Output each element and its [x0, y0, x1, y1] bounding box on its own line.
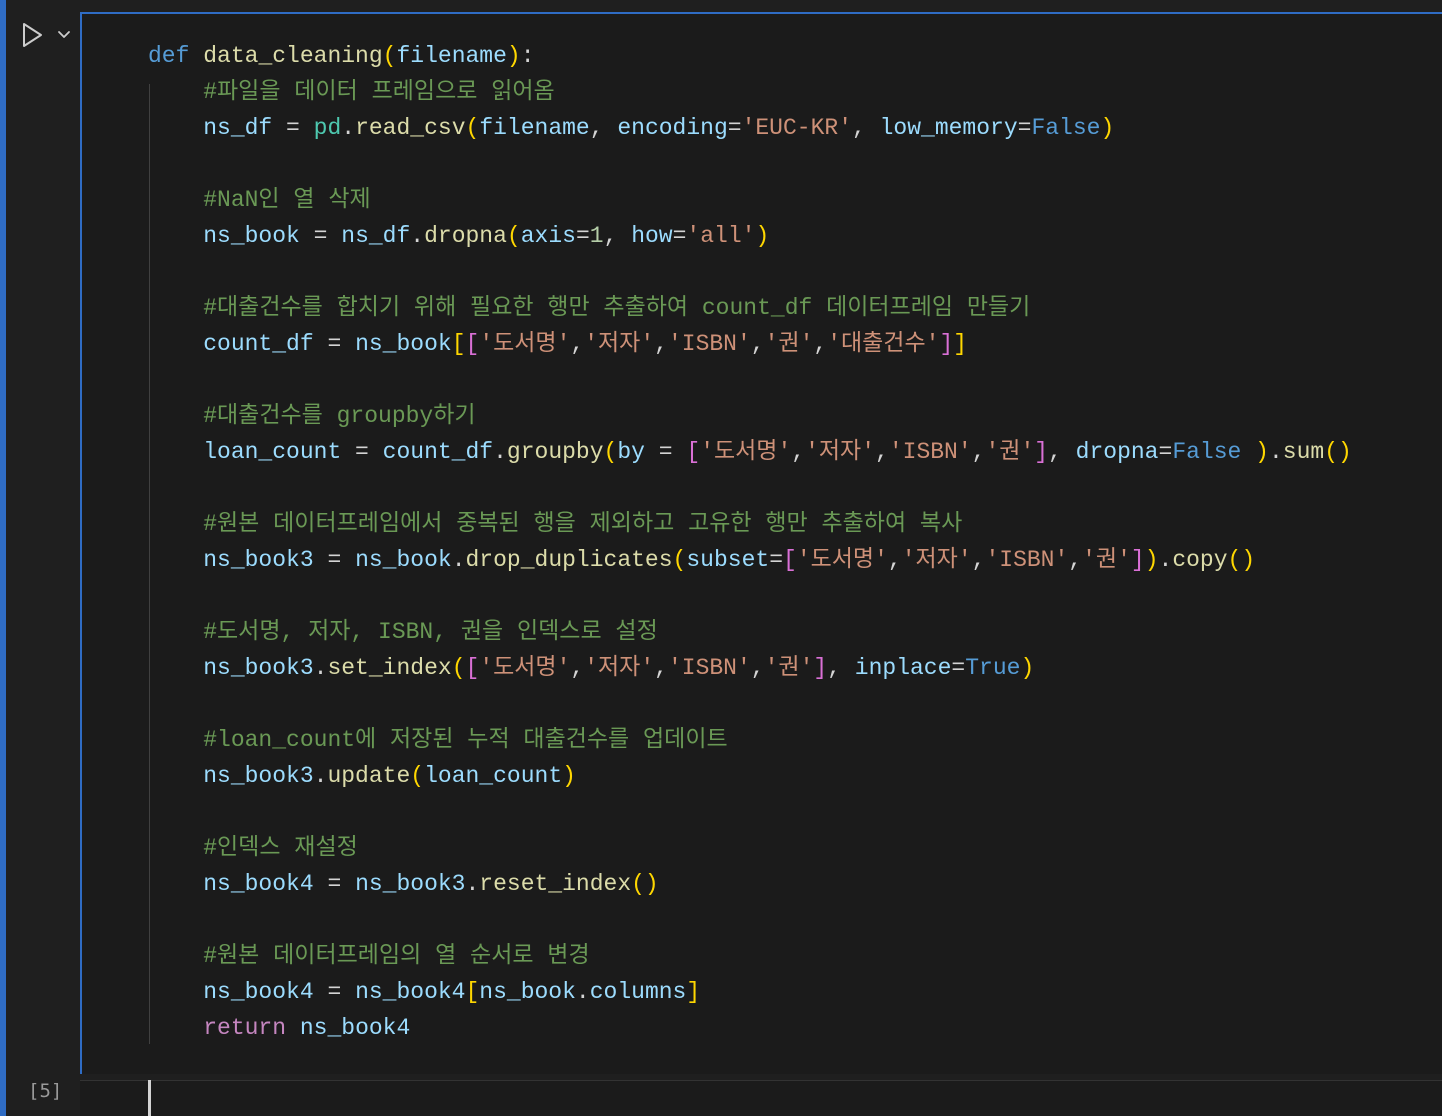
- comment: #원본 데이터프레임에서 중복된 행을 제외하고 고유한 행만 추출하여 복사: [203, 511, 963, 537]
- code-line-28: return ns_book4: [203, 1015, 411, 1041]
- comment: #도서명, 저자, ISBN, 권을 인덱스로 설정: [203, 619, 658, 645]
- parameter: filename: [396, 43, 507, 69]
- chevron-down-icon[interactable]: [52, 24, 76, 46]
- keyword-return: return: [203, 1015, 287, 1041]
- function-name: data_cleaning: [203, 43, 383, 69]
- code-editor[interactable]: def data_cleaning(filename): #파일을 데이터 프레…: [80, 12, 1442, 1074]
- code-line-26: #원본 데이터프레임의 열 순서로 변경: [148, 938, 1352, 974]
- code-line-15: ns_book3 = ns_book.drop_duplicates(subse…: [203, 547, 1256, 573]
- cell-gutter: [6, 0, 80, 1116]
- code-line-21: ns_book3.update(loan_count): [203, 763, 576, 789]
- code-line-17: #도서명, 저자, ISBN, 권을 인덱스로 설정: [148, 614, 1352, 650]
- code-line-5: #NaN인 열 삭제: [148, 182, 1352, 218]
- comment: #파일을 데이터 프레임으로 읽어옴: [203, 79, 555, 105]
- code-line-11: #대출건수를 groupby하기: [148, 398, 1352, 434]
- code-line-18: ns_book3.set_index(['도서명','저자','ISBN','권…: [203, 655, 1035, 681]
- execution-count: [5]: [28, 1080, 63, 1102]
- play-icon[interactable]: [18, 20, 46, 50]
- code-line-2: #파일을 데이터 프레임으로 읽어옴: [148, 74, 1352, 110]
- code-line-23: #인덱스 재설정: [148, 830, 1352, 866]
- code-line-12: loan_count = count_df.groupby(by = ['도서명…: [203, 439, 1352, 465]
- text-cursor: [148, 1080, 151, 1116]
- code-line-8: #대출건수를 합치기 위해 필요한 행만 추출하여 count_df 데이터프레…: [148, 290, 1352, 326]
- comment: #원본 데이터프레임의 열 순서로 변경: [203, 943, 590, 969]
- comment: #대출건수를 groupby하기: [203, 403, 476, 429]
- comment: #인덱스 재설정: [203, 835, 358, 861]
- comment: #loan_count에 저장된 누적 대출건수를 업데이트: [203, 727, 728, 753]
- comment: #대출건수를 합치기 위해 필요한 행만 추출하여 count_df 데이터프레…: [203, 295, 1031, 321]
- code-line-24: ns_book4 = ns_book3.reset_index(): [203, 871, 659, 897]
- code-block: def data_cleaning(filename): #파일을 데이터 프레…: [148, 38, 1352, 1046]
- code-line-3: ns_df = pd.read_csv(filename, encoding='…: [203, 115, 1115, 141]
- code-line-1: def data_cleaning(filename):: [148, 43, 535, 69]
- code-line-20: #loan_count에 저장된 누적 대출건수를 업데이트: [148, 722, 1352, 758]
- code-line-27: ns_book4 = ns_book4[ns_book.columns]: [203, 979, 701, 1005]
- comment: #NaN인 열 삭제: [203, 187, 371, 213]
- next-cell-editor[interactable]: [80, 1080, 1442, 1116]
- code-line-6: ns_book = ns_df.dropna(axis=1, how='all'…: [203, 223, 770, 249]
- code-line-14: #원본 데이터프레임에서 중복된 행을 제외하고 고유한 행만 추출하여 복사: [148, 506, 1352, 542]
- keyword-def: def: [148, 43, 190, 69]
- code-line-9: count_df = ns_book[['도서명','저자','ISBN','권…: [203, 331, 968, 357]
